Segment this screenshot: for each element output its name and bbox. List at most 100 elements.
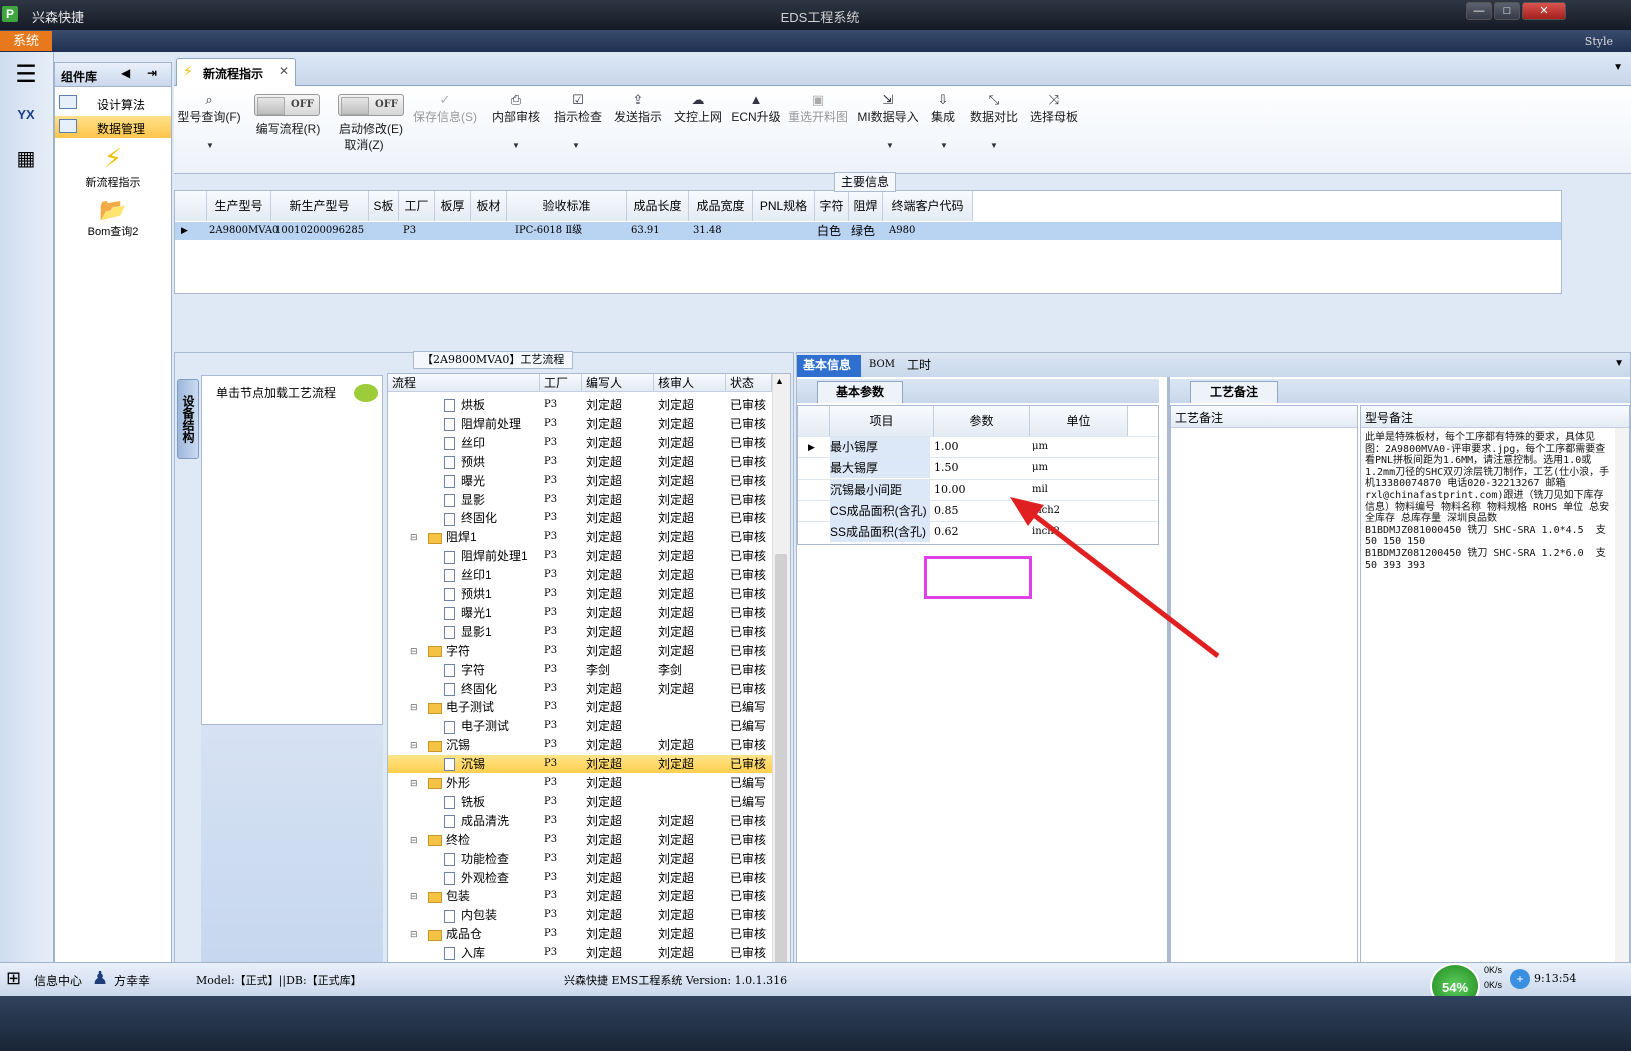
instruction-check-button[interactable]: ☑ 指示检查: [550, 92, 606, 125]
ecn-upgrade-button[interactable]: ▲ ECN升级: [730, 92, 782, 125]
column-header[interactable]: 参数: [934, 406, 1030, 436]
plus-icon[interactable]: +: [1510, 969, 1530, 989]
model-query-dropdown-icon[interactable]: ▼: [206, 141, 214, 150]
nav-new-flow-instruction[interactable]: ⚡ 新流程指示: [55, 143, 171, 190]
column-header[interactable]: 成品宽度: [689, 191, 753, 221]
column-header[interactable]: 工厂: [540, 374, 582, 392]
column-header[interactable]: 板厚: [435, 191, 471, 221]
tab-new-flow-instruction[interactable]: ⚡ 新流程指示 ✕: [176, 58, 296, 86]
tree-row[interactable]: 终固化 P3 刘定超 刘定超 已审核: [388, 509, 772, 527]
tree-row[interactable]: 成品清洗 P3 刘定超 刘定超 已审核: [388, 812, 772, 830]
param-value[interactable]: 1.00: [934, 437, 1030, 457]
param-row[interactable]: 最大锡厚 1.50 μm: [798, 457, 1158, 479]
column-header[interactable]: 生产型号: [207, 191, 271, 221]
tree-row[interactable]: 铣板 P3 刘定超 已编写: [388, 793, 772, 811]
tree-row[interactable]: 终固化 P3 刘定超 刘定超 已审核: [388, 680, 772, 698]
tree-row[interactable]: 外观检查 P3 刘定超 刘定超 已审核: [388, 869, 772, 887]
column-header[interactable]: 成品长度: [627, 191, 689, 221]
menu-system[interactable]: 系统: [0, 31, 52, 51]
tree-row[interactable]: 烘板 P3 刘定超 刘定超 已审核: [388, 396, 772, 414]
tree-row[interactable]: 丝印 P3 刘定超 刘定超 已审核: [388, 434, 772, 452]
speech-bubble-icon[interactable]: [354, 384, 378, 402]
equipment-structure-tab[interactable]: 设备结构: [177, 379, 199, 459]
tab-process-notes[interactable]: 工艺备注: [1190, 381, 1278, 403]
column-header[interactable]: 验收标准: [507, 191, 627, 221]
save-info-button[interactable]: ✓ 保存信息(S): [408, 92, 482, 125]
windows-grid-icon[interactable]: ⊞: [6, 968, 21, 989]
calculator-icon[interactable]: ▦: [8, 142, 44, 176]
tree-row[interactable]: 阻焊前处理1 P3 刘定超 刘定超 已审核: [388, 547, 772, 565]
collapse-node-icon[interactable]: ⊟: [410, 925, 418, 943]
nav-item-data-management[interactable]: 数据管理: [55, 116, 171, 138]
collapse-node-icon[interactable]: ⊟: [410, 831, 418, 849]
tab-basic-info[interactable]: 基本信息: [797, 355, 861, 377]
maximize-button[interactable]: □: [1494, 2, 1520, 20]
column-header[interactable]: 单位: [1030, 406, 1128, 436]
write-flow-toggle[interactable]: OFF: [254, 94, 320, 116]
collapse-node-icon[interactable]: ⊟: [410, 642, 418, 660]
column-header[interactable]: S板: [369, 191, 399, 221]
info-center-label[interactable]: 信息中心: [34, 972, 82, 989]
tree-row[interactable]: ⊟ 电子测试 P3 刘定超 已编写: [388, 698, 772, 716]
style-menu[interactable]: Style: [1585, 35, 1613, 48]
tree-row[interactable]: 字符 P3 李剑 李剑 已审核: [388, 661, 772, 679]
cancel-button[interactable]: 取消(Z): [334, 136, 394, 153]
instruction-check-dropdown-icon[interactable]: ▼: [572, 141, 580, 150]
start-modify-toggle[interactable]: OFF: [338, 94, 404, 116]
data-compare-dropdown-icon[interactable]: ▼: [990, 141, 998, 150]
nav-item-design-algorithm[interactable]: 设计算法: [55, 92, 171, 114]
tree-row[interactable]: ⊟ 外形 P3 刘定超 已编写: [388, 774, 772, 792]
model-note-text[interactable]: 此单是特殊板材，每个工序都有特殊的要求，具体见图：2A9800MVA0-评审要求…: [1365, 432, 1611, 571]
send-instruction-button[interactable]: ⇪ 发送指示: [610, 92, 666, 125]
tree-row[interactable]: 内包装 P3 刘定超 刘定超 已审核: [388, 906, 772, 924]
hamburger-menu-icon[interactable]: ☰: [8, 58, 44, 92]
tree-row[interactable]: 预烘 P3 刘定超 刘定超 已审核: [388, 453, 772, 471]
column-header[interactable]: 流程: [388, 374, 540, 392]
scroll-up-icon[interactable]: ▲: [775, 376, 784, 386]
column-header[interactable]: 阻焊: [849, 191, 883, 221]
vertical-scrollbar[interactable]: [1615, 428, 1629, 1002]
collapse-node-icon[interactable]: ⊟: [410, 736, 418, 754]
param-row[interactable]: ▶ 最小锡厚 1.00 μm: [798, 436, 1158, 457]
tree-row[interactable]: ⊟ 成品仓 P3 刘定超 刘定超 已审核: [388, 925, 772, 943]
tree-row[interactable]: 入库 P3 刘定超 刘定超 已审核: [388, 944, 772, 962]
column-header[interactable]: 字符: [815, 191, 849, 221]
tree-row[interactable]: 阻焊前处理 P3 刘定超 刘定超 已审核: [388, 415, 772, 433]
pin-icon[interactable]: ⇥: [147, 66, 157, 80]
param-value[interactable]: 0.85: [934, 501, 1030, 521]
tab-work-hours[interactable]: 工时: [901, 355, 937, 377]
collapse-node-icon[interactable]: ⊟: [410, 528, 418, 546]
tree-row[interactable]: 显影 P3 刘定超 刘定超 已审核: [388, 491, 772, 509]
param-row[interactable]: SS成品面积(含孔) 0.62 inch2: [798, 521, 1158, 543]
collapse-node-icon[interactable]: ⊟: [410, 698, 418, 716]
column-header[interactable]: 状态: [726, 374, 772, 392]
select-template-button[interactable]: ⤨ 选择母板: [1026, 92, 1082, 125]
close-tab-icon[interactable]: ✕: [279, 64, 289, 78]
collapse-node-icon[interactable]: ⊟: [410, 774, 418, 792]
nav-bom-query[interactable]: 📂 Bom查询2: [55, 197, 171, 239]
tree-row[interactable]: 电子测试 P3 刘定超 已编写: [388, 717, 772, 735]
tree-row[interactable]: ⊟ 终检 P3 刘定超 刘定超 已审核: [388, 831, 772, 849]
tree-row[interactable]: 显影1 P3 刘定超 刘定超 已审核: [388, 623, 772, 641]
column-header[interactable]: 板材: [471, 191, 507, 221]
collapse-left-icon[interactable]: ◀: [121, 66, 130, 80]
integrate-dropdown-icon[interactable]: ▼: [940, 141, 948, 150]
param-row[interactable]: 沉锡最小间距 10.00 mil: [798, 478, 1158, 500]
yx-module-icon[interactable]: YX: [8, 98, 44, 132]
param-row[interactable]: CS成品面积(含孔) 0.85 inch2: [798, 499, 1158, 521]
mi-import-button[interactable]: ⇲ MI数据导入: [856, 92, 920, 125]
column-header[interactable]: 编写人: [582, 374, 654, 392]
param-value[interactable]: 10.00: [934, 480, 1030, 500]
close-button[interactable]: ✕: [1522, 2, 1566, 20]
tab-list-dropdown-icon[interactable]: ▼: [1613, 62, 1623, 73]
tree-row[interactable]: ⊟ 包装 P3 刘定超 刘定超 已审核: [388, 887, 772, 905]
integrate-button[interactable]: ⇩ 集成: [926, 92, 960, 125]
minimize-button[interactable]: —: [1466, 2, 1492, 20]
data-compare-button[interactable]: ⤡ 数据对比: [966, 92, 1022, 125]
collapse-node-icon[interactable]: ⊟: [410, 887, 418, 905]
model-query-button[interactable]: ⌕ 型号查询(F): [176, 92, 242, 125]
column-header[interactable]: 工厂: [399, 191, 435, 221]
tab-list-dropdown-icon[interactable]: ▼: [1614, 358, 1624, 369]
tree-row[interactable]: 功能检查 P3 刘定超 刘定超 已审核: [388, 850, 772, 868]
internal-review-dropdown-icon[interactable]: ▼: [512, 141, 520, 150]
